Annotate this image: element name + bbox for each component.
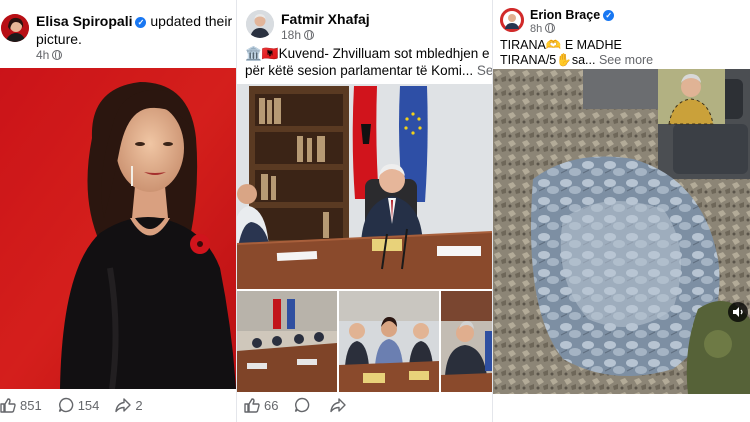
share-button[interactable] [330,397,350,413]
post-timestamp[interactable]: 4h [36,48,63,62]
post-action-text: updated their profile [150,13,236,29]
public-globe-icon [304,30,315,40]
post-fatmir-xhafaj: Fatmir Xhafaj 18h 🏛️🇦🇱Kuvend- Zhvilluam … [237,0,492,422]
avatar-portrait-icon [1,14,29,42]
post-timestamp[interactable]: 8h [530,23,556,35]
garbage-street-video-frame [493,69,750,394]
post-photo-thumb-2[interactable] [339,291,439,392]
comment-bubble-icon [295,397,310,413]
public-globe-icon [545,23,556,33]
classical-building-icon: 🏛️ [245,46,262,61]
share-count: 2 [135,397,143,413]
comment-bubble-icon [58,397,73,413]
thumbs-up-icon [244,397,260,413]
author-avatar[interactable] [500,8,524,32]
like-count: 851 [20,397,42,413]
post-video[interactable] [493,69,750,394]
author-name[interactable]: Fatmir Xhafaj [281,11,370,27]
like-button[interactable]: 66 [244,398,278,413]
like-count: 66 [264,397,279,413]
public-globe-icon [52,50,63,60]
comment-button[interactable] [294,397,314,413]
post-caption-line: TIRANA/5✋sa... See more [500,53,654,67]
woman-portrait-photo [0,68,236,389]
author-name[interactable]: Elisa Spiropali✓ updated their profile [36,13,236,29]
comment-button[interactable]: 154 [58,397,100,413]
post-caption-line: për këtë sesion parlamentar të Komi... S… [245,62,492,79]
post-photo-thumb-3[interactable] [441,291,492,392]
post-photo-thumb-1[interactable] [237,291,337,392]
post-caption-line: picture. [36,31,82,47]
post-erion-brace: Erion Braçe ✓ 8h TIRANA🫶 E MADHE TIRANA/5… [493,0,750,422]
verified-badge-icon: ✓ [135,17,147,28]
post-elisa-spiropali: Elisa Spiropali✓ updated their profile p… [0,0,236,422]
speaker-photo [441,291,492,392]
post-photo-main[interactable] [237,84,492,289]
albania-flag-icon: 🇦🇱 [261,46,279,61]
profile-picture-image[interactable] [0,68,236,389]
author-avatar[interactable] [246,10,274,38]
thumbs-up-icon [0,397,16,413]
see-more-link[interactable]: See more [599,53,653,67]
post-timestamp[interactable]: 18h [281,28,315,42]
avatar-portrait-icon [246,10,274,38]
parliament-meeting-photo [237,84,492,289]
see-more-link[interactable]: See [477,63,492,78]
share-arrow-icon [115,397,132,412]
share-arrow-icon [330,397,347,412]
comment-count: 154 [77,397,100,413]
post-action-bar: 66 [244,397,366,413]
video-mute-button[interactable] [728,302,748,322]
author-name[interactable]: Erion Braçe ✓ [530,8,615,22]
verified-badge-icon: ✓ [603,10,615,21]
share-button[interactable]: 2 [115,397,143,413]
post-action-bar: 851 154 2 [0,397,159,413]
committee-members-photo [339,291,439,392]
avatar-portrait-icon [500,8,524,32]
author-avatar[interactable] [1,14,29,42]
like-button[interactable]: 851 [0,398,42,413]
speaker-icon [733,307,743,317]
post-caption: 🏛️🇦🇱Kuvend- Zhvilluam sot mbledhjen e [245,46,490,61]
meeting-room-photo [237,291,337,392]
